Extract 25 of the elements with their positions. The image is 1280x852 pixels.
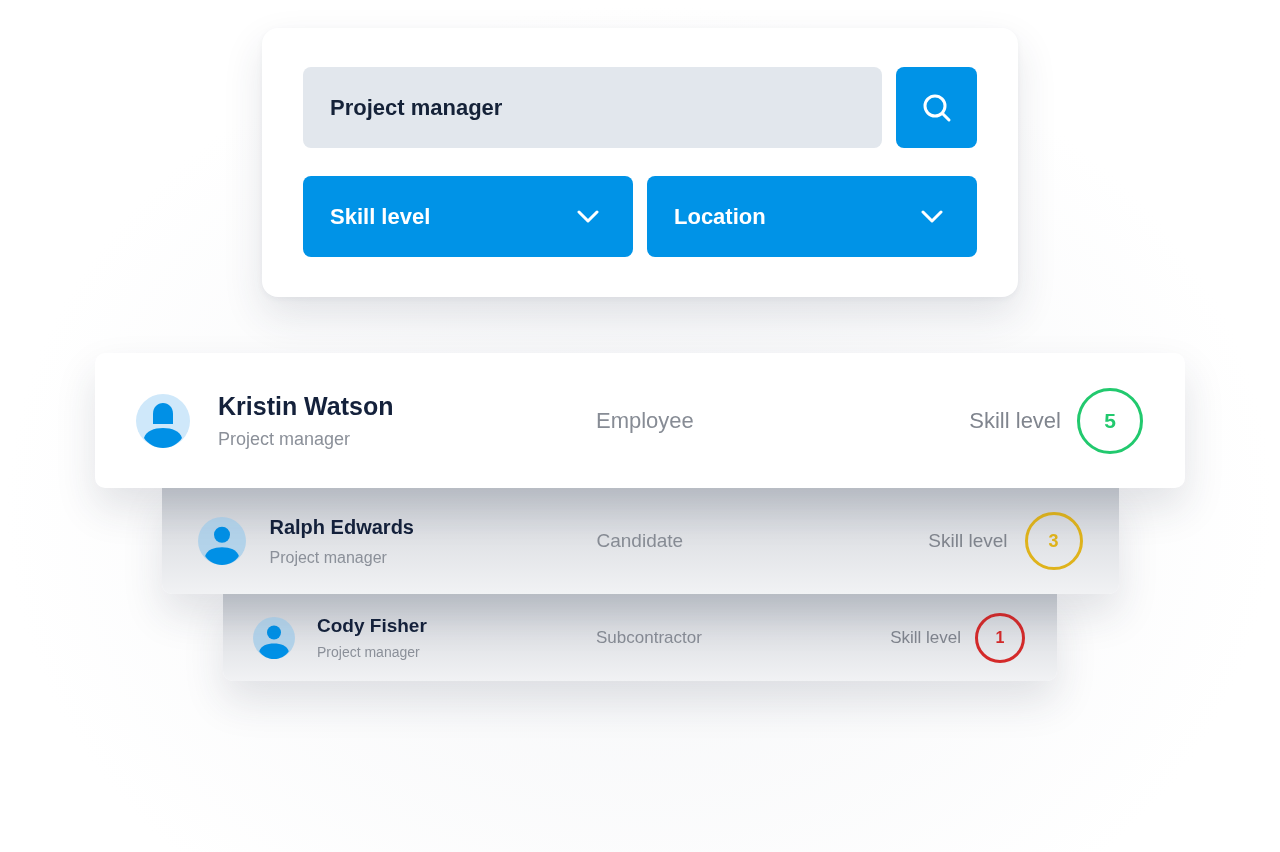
skill-level-label: Skill level (969, 407, 1061, 434)
avatar-icon (136, 393, 190, 448)
skill-level-label: Skill level (890, 627, 961, 648)
employment-type: Employee (596, 407, 695, 434)
search-field[interactable]: Project manager (303, 67, 882, 148)
person-role: Project manager (269, 548, 388, 567)
person-card[interactable]: Kristin Watson Project manager Employee Skill level 5 (95, 353, 1185, 488)
person-card[interactable]: Ralph Edwards Project manager Candidate Skill level 3 (161, 488, 1119, 594)
search-button[interactable] (896, 67, 977, 148)
skill-level-ring: 3 (1024, 512, 1083, 570)
skill-level-label: Skill level (928, 530, 1008, 552)
person-role: Project manager (218, 428, 352, 450)
employment-type: Subcontractor (596, 627, 703, 648)
person-card[interactable]: Cody Fisher Project manager Subcontractor Skill level 1 (223, 594, 1057, 681)
skill-level-ring: 1 (975, 612, 1025, 663)
employment-type: Candidate (596, 530, 685, 552)
person-name: Kristin Watson (218, 391, 395, 421)
avatar-icon (253, 616, 295, 659)
person-role: Project manager (317, 644, 421, 660)
chevron-down-icon (577, 210, 599, 223)
avatar-icon (197, 517, 246, 565)
chevron-down-icon (921, 210, 943, 223)
skill-level-ring: 5 (1077, 387, 1143, 454)
person-name: Cody Fisher (317, 615, 428, 637)
person-name: Ralph Edwards (269, 515, 415, 539)
